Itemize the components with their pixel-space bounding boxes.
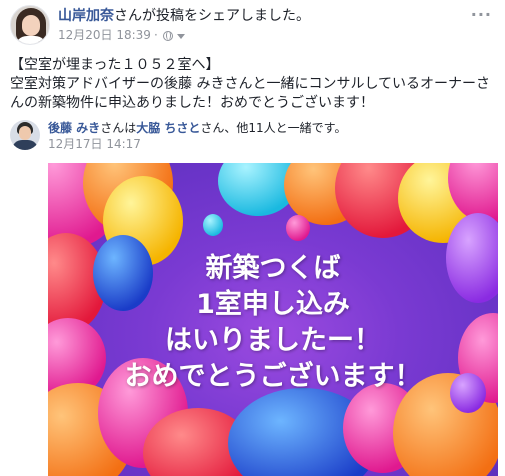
shared-timestamp[interactable]: 12月17日 14:17	[48, 137, 141, 152]
image-caption: 新築つくば 1室申し込み はいりましたー！ おめでとうございます！	[48, 251, 498, 395]
post-header: 山岸加奈さんが投稿をシェアしました。 12月20日 18:39 · ···	[10, 5, 500, 45]
caption-line: 新築つくば	[205, 253, 341, 284]
post-text-line: 空室対策アドバイザーの後藤 みきさんと一緒にコンサルしているオーナーさ	[10, 76, 491, 92]
post-text-line: んの新築物件に申込ありました！おめでとうございます！	[10, 95, 374, 111]
author-avatar[interactable]	[10, 5, 50, 45]
post-timestamp[interactable]: 12月20日 18:39	[58, 28, 151, 43]
post-text-line: 【空室が埋まった１０５２室へ】	[10, 57, 220, 73]
shared-text-a: さんは	[100, 121, 137, 135]
meta-separator: ·	[153, 28, 158, 42]
shared-post-header: 後藤 みきさんは大脇 ちさとさん、他11人と一緒です。 12月17日 14:17	[10, 120, 498, 156]
chevron-down-icon[interactable]	[176, 33, 185, 39]
caption-line: 1室申し込み	[196, 289, 350, 320]
globe-icon[interactable]	[162, 30, 173, 41]
post-title-line: 山岸加奈さんが投稿をシェアしました。	[58, 7, 310, 25]
caption-line: おめでとうございます！	[124, 361, 422, 392]
author-name-link[interactable]: 山岸加奈	[58, 8, 114, 24]
shared-author-avatar[interactable]	[10, 120, 40, 150]
shared-author-link[interactable]: 後藤 みき	[48, 121, 100, 135]
more-icon[interactable]: ···	[471, 7, 492, 23]
tagged-person-link[interactable]: 大脇 ちさと	[136, 121, 200, 135]
post-text: 【空室が埋まった１０５２室へ】 空室対策アドバイザーの後藤 みきさんと一緒にコン…	[10, 56, 498, 113]
post-image[interactable]: 新築つくば 1室申し込み はいりましたー！ おめでとうございます！	[48, 163, 498, 476]
caption-line: はいりましたー！	[165, 325, 381, 356]
shared-text-b: さん、他11人と一緒です。	[200, 121, 347, 135]
post-meta: 12月20日 18:39 ·	[58, 28, 185, 43]
share-action-text: さんが投稿をシェアしました。	[114, 8, 310, 24]
shared-title-line: 後藤 みきさんは大脇 ちさとさん、他11人と一緒です。	[48, 121, 346, 136]
